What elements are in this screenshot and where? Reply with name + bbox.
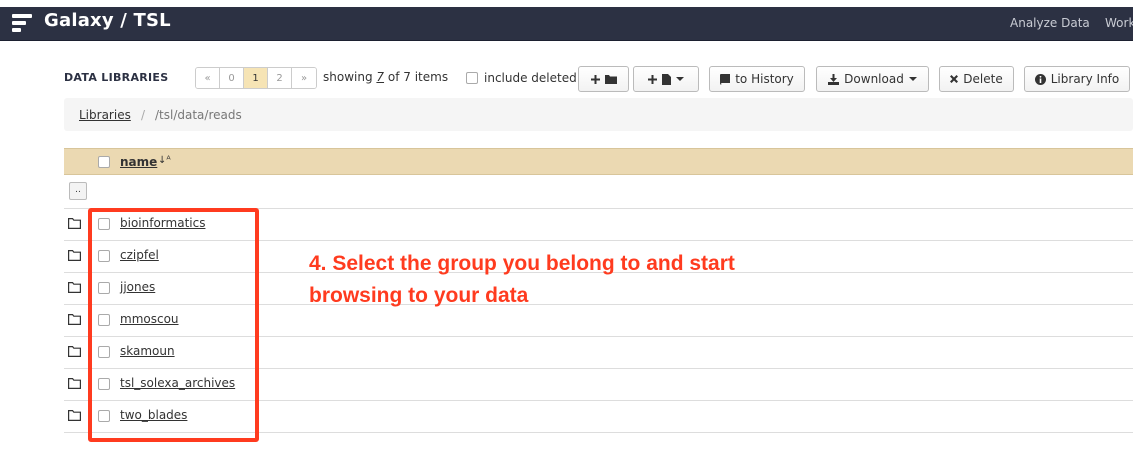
showing-items-text: showing 7 of 7 items bbox=[323, 70, 449, 84]
folder-icon bbox=[68, 346, 81, 360]
nav-workflow[interactable]: Work bbox=[1105, 16, 1133, 30]
table-header: name ↓ᴬ bbox=[64, 148, 1133, 175]
download-dropdown[interactable]: Download bbox=[816, 66, 929, 92]
chevron-down-icon bbox=[908, 77, 917, 81]
add-datasets-dropdown[interactable] bbox=[633, 66, 699, 92]
include-deleted-toggle[interactable]: include deleted bbox=[466, 71, 577, 85]
folder-icon bbox=[68, 250, 81, 264]
annotation-line-1: 4. Select the group you belong to and st… bbox=[309, 252, 735, 275]
name-column-sort[interactable]: name bbox=[120, 155, 157, 169]
items-per-page-link[interactable]: 7 bbox=[376, 70, 384, 84]
annotation-highlight-box bbox=[88, 208, 259, 442]
folder-icon bbox=[68, 282, 81, 296]
file-icon bbox=[662, 73, 671, 85]
chevron-down-icon bbox=[676, 77, 684, 81]
breadcrumb-current-path: /tsl/data/reads bbox=[155, 108, 242, 122]
pager-last[interactable]: » bbox=[292, 68, 316, 88]
delete-button[interactable]: Delete bbox=[939, 66, 1014, 92]
book-icon bbox=[720, 73, 731, 85]
select-all-checkbox[interactable] bbox=[98, 156, 110, 168]
annotation-line-2: browsing to your data bbox=[309, 284, 529, 307]
pager-first[interactable]: « bbox=[196, 68, 220, 88]
pager-page-1[interactable]: 1 bbox=[244, 68, 268, 88]
pagination: « 0 1 2 » bbox=[195, 67, 317, 89]
pager-page-0[interactable]: 0 bbox=[220, 68, 244, 88]
parent-folder-button[interactable]: .. bbox=[69, 182, 87, 200]
pager-page-2[interactable]: 2 bbox=[268, 68, 292, 88]
top-navbar: Galaxy / TSL Analyze Data Work bbox=[0, 0, 1133, 41]
to-history-button[interactable]: to History bbox=[709, 66, 805, 92]
add-folder-button[interactable] bbox=[578, 66, 629, 92]
plus-icon bbox=[648, 74, 657, 84]
nav-analyze-data[interactable]: Analyze Data bbox=[1010, 16, 1090, 30]
page-title: DATA LIBRARIES bbox=[64, 71, 169, 84]
plus-icon bbox=[590, 74, 600, 84]
annotation-text: 4. Select the group you belong to and st… bbox=[309, 248, 829, 312]
sort-alpha-icon[interactable]: ↓ᴬ bbox=[158, 155, 171, 166]
close-icon bbox=[950, 75, 959, 83]
galaxy-logo-icon[interactable] bbox=[12, 12, 34, 34]
folder-icon bbox=[68, 218, 81, 232]
folder-icon bbox=[68, 378, 81, 392]
folder-icon bbox=[68, 314, 81, 328]
info-icon bbox=[1034, 73, 1046, 85]
breadcrumb-libraries-link[interactable]: Libraries bbox=[79, 108, 131, 122]
folder-icon bbox=[68, 410, 81, 424]
download-icon bbox=[828, 73, 840, 85]
include-deleted-label: include deleted bbox=[484, 71, 577, 85]
breadcrumb: Libraries / /tsl/data/reads bbox=[64, 98, 1133, 131]
folder-icon bbox=[604, 74, 617, 84]
brand-title[interactable]: Galaxy / TSL bbox=[44, 10, 171, 31]
include-deleted-checkbox[interactable] bbox=[466, 72, 478, 84]
breadcrumb-separator: / bbox=[141, 108, 146, 122]
library-info-button[interactable]: Library Info bbox=[1024, 66, 1130, 92]
